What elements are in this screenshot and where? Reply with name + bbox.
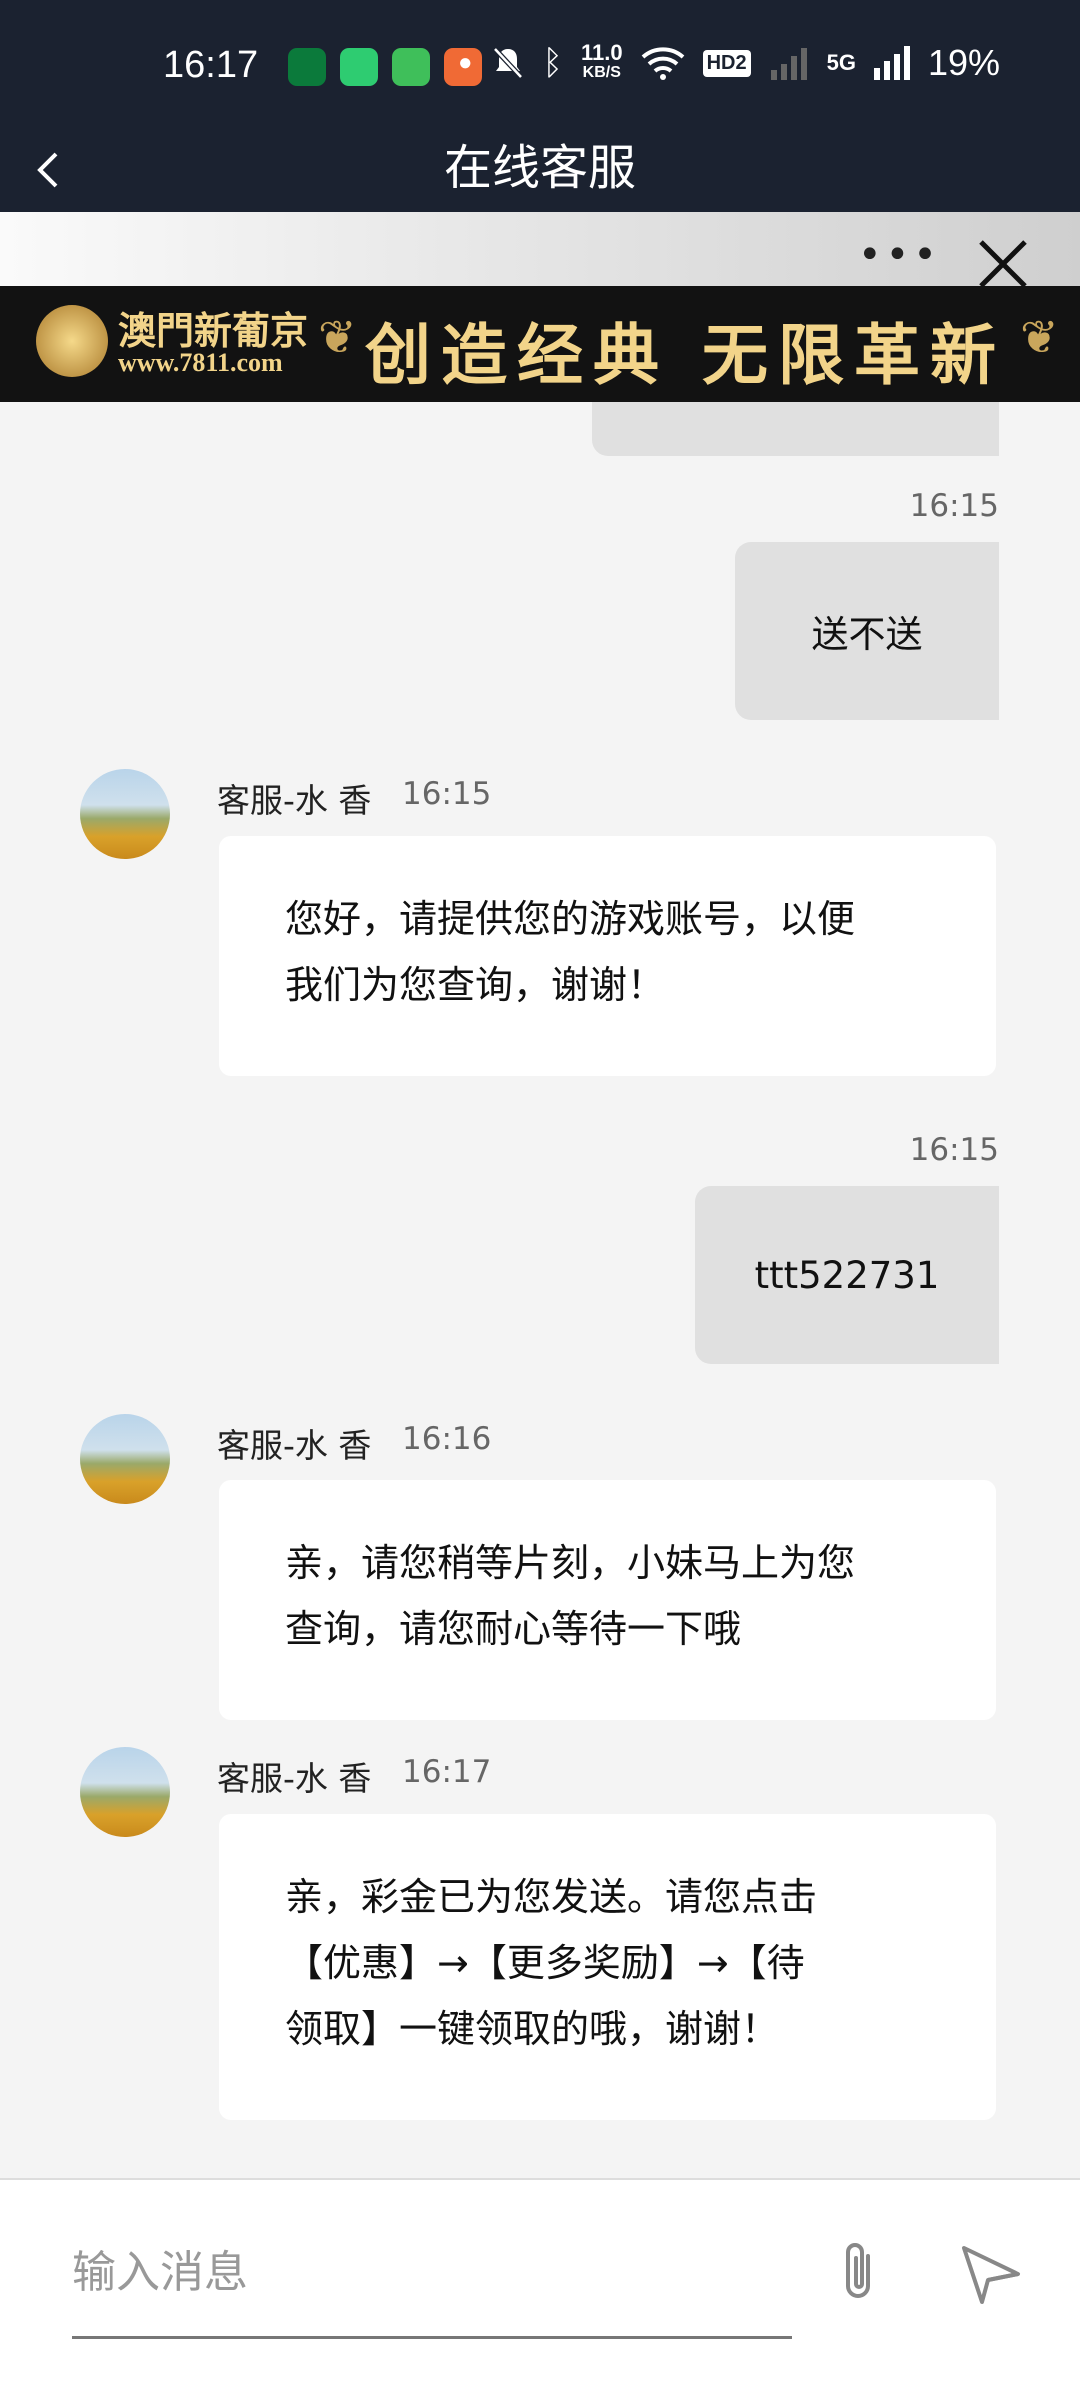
message-bubble-user: 送不送 bbox=[735, 542, 999, 720]
status-time: 16:17 bbox=[163, 44, 259, 86]
message-bubble-partial bbox=[592, 402, 999, 456]
message-app-icon bbox=[392, 48, 430, 86]
message-bubble-agent: 亲，请您稍等片刻，小妹马上为您 查询，请您耐心等待一下哦 bbox=[219, 1480, 996, 1720]
brand-name: 澳門新葡京 bbox=[118, 308, 309, 353]
chat-area[interactable]: 16:15 送不送 客服-水 香 16:15 您好，请提供您的游戏账号，以便 我… bbox=[0, 402, 1080, 2178]
banner-slogan: 创造经典 无限革新 bbox=[365, 316, 1006, 394]
message-input[interactable]: 输入消息 bbox=[72, 2236, 248, 2300]
message-time: 16:15 bbox=[909, 1132, 999, 1168]
mute-icon bbox=[492, 47, 523, 79]
nav-bar: 在线客服 bbox=[0, 136, 1080, 212]
status-icons: ● ᛒ 11.0 KB/S HD2 5G 19% bbox=[458, 42, 1000, 84]
agent-name: 客服-水 香 bbox=[217, 1759, 372, 1798]
message-time: 16:15 bbox=[909, 488, 999, 524]
agent-name: 客服-水 香 bbox=[217, 1426, 372, 1465]
agent-name: 客服-水 香 bbox=[217, 781, 372, 820]
brand-url: www.7811.com bbox=[118, 348, 283, 377]
status-bar: 16:17 ● ᛒ 11.0 KB/S HD2 5G 19% bbox=[0, 0, 1080, 136]
agent-avatar bbox=[80, 1747, 170, 1837]
more-icon[interactable]: ••• bbox=[858, 232, 941, 278]
oppo-app-icon bbox=[288, 48, 326, 86]
hd-badge: HD2 bbox=[702, 49, 751, 77]
net-speed: 11.0 KB/S bbox=[580, 40, 623, 82]
send-icon[interactable] bbox=[958, 2240, 1024, 2306]
message-time: 16:16 bbox=[402, 1421, 492, 1457]
wifi-icon bbox=[641, 47, 684, 80]
dot-icon: ● bbox=[458, 49, 473, 76]
battery-percent: 19% bbox=[927, 42, 1000, 83]
agent-avatar bbox=[80, 769, 170, 859]
network-type: 5G bbox=[826, 50, 856, 75]
message-bubble-user: ttt522731 bbox=[695, 1186, 999, 1364]
message-time: 16:15 bbox=[402, 776, 492, 812]
attachment-icon[interactable] bbox=[828, 2238, 888, 2308]
input-underline bbox=[72, 2336, 792, 2339]
signal-weak-icon bbox=[770, 48, 807, 80]
close-icon[interactable] bbox=[975, 236, 1031, 292]
ornament-right-icon: ❦ bbox=[1020, 310, 1059, 364]
brand-logo bbox=[36, 305, 108, 377]
message-time: 16:17 bbox=[402, 1754, 492, 1790]
battery-app-icon bbox=[340, 48, 378, 86]
agent-avatar bbox=[80, 1414, 170, 1504]
message-bubble-agent: 您好，请提供您的游戏账号，以便 我们为您查询，谢谢！ bbox=[219, 836, 996, 1076]
ornament-left-icon: ❦ bbox=[318, 310, 357, 364]
page-title: 在线客服 bbox=[443, 140, 636, 196]
bluetooth-icon: ᛒ bbox=[542, 43, 563, 82]
signal-icon bbox=[873, 46, 910, 80]
message-bubble-agent: 亲，彩金已为您发送。请您点击 【优惠】→【更多奖励】→【待 领取】一键领取的哦，… bbox=[219, 1814, 996, 2120]
